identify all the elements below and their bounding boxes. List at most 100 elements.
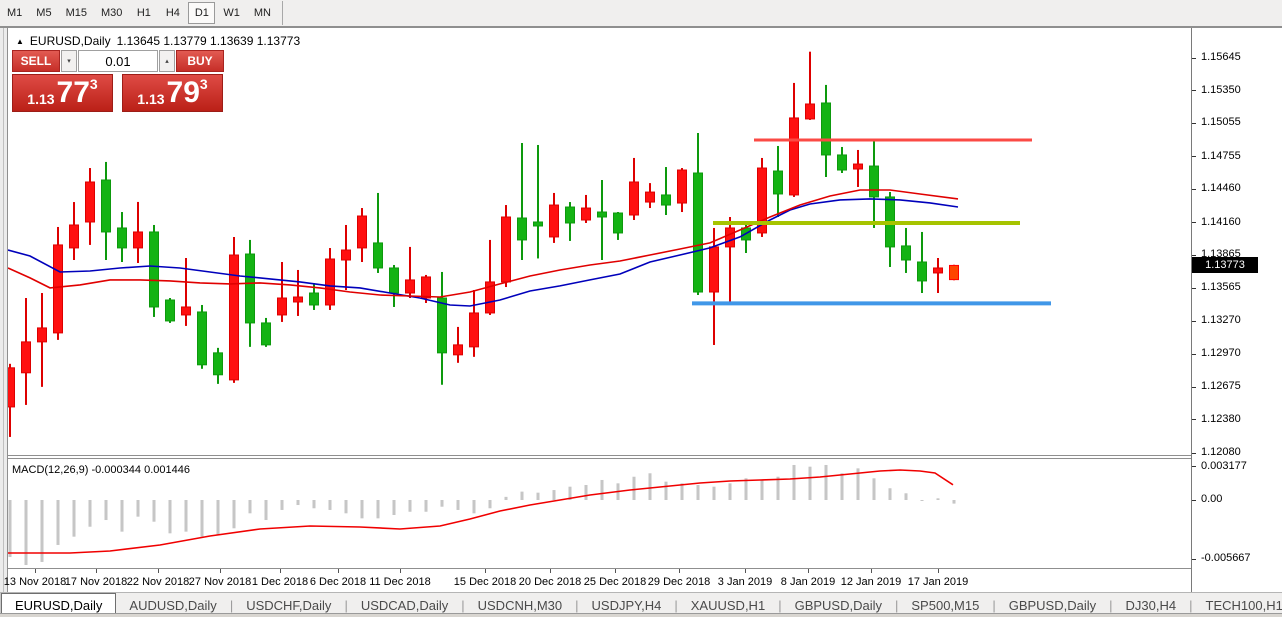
date-axis[interactable]: 13 Nov 201817 Nov 201822 Nov 201827 Nov … [8, 569, 1199, 592]
date-axis-label: 3 Jan 2019 [718, 576, 772, 588]
collapse-triangle-icon[interactable]: ▲ [16, 37, 24, 46]
price-axis-label: 1.15645 [1201, 51, 1241, 63]
timeframe-button-h4[interactable]: H4 [159, 2, 186, 24]
date-axis-label: 25 Dec 2018 [584, 576, 646, 588]
panel-splitter[interactable] [8, 455, 1191, 456]
candle [550, 193, 559, 243]
date-axis-tick [220, 569, 221, 573]
macd-histogram-bar [329, 500, 332, 510]
timeframe-button-m15[interactable]: M15 [60, 2, 93, 24]
candle [870, 140, 879, 228]
candle [598, 180, 607, 260]
candle [390, 265, 399, 307]
one-click-trading-panel: SELL ▾ 0.01 ▴ BUY 1.13 77 3 1.13 79 3 [12, 50, 224, 112]
date-axis-tick [938, 569, 939, 573]
timeframe-button-d1[interactable]: D1 [188, 2, 215, 24]
candle [518, 143, 527, 260]
candle [838, 147, 847, 173]
toolbar-separator [282, 1, 283, 25]
date-axis-tick [280, 569, 281, 573]
candle [950, 265, 959, 281]
macd-axis-label: 0.003177 [1201, 460, 1247, 472]
price-axis-tick [1192, 90, 1196, 91]
timeframe-button-mn[interactable]: MN [248, 2, 277, 24]
macd-histogram-bar [953, 500, 956, 504]
sell-price-sup: 3 [90, 76, 98, 92]
price-axis[interactable]: 1.156451.153501.150551.147551.144601.141… [1191, 28, 1282, 592]
candle [246, 240, 255, 347]
buy-button[interactable]: BUY [176, 50, 224, 72]
candle [502, 205, 511, 287]
volume-down-button[interactable]: ▾ [61, 50, 77, 72]
macd-histogram-bar [313, 500, 316, 508]
candle [614, 212, 623, 240]
price-axis-label: 1.12970 [1201, 347, 1241, 359]
macd-histogram-bar [89, 500, 92, 527]
macd-histogram-bar [553, 490, 556, 500]
candle [886, 192, 895, 267]
candle [566, 202, 575, 241]
price-axis-label: 1.12675 [1201, 380, 1241, 392]
macd-axis-tick [1192, 559, 1196, 560]
timeframe-button-m5[interactable]: M5 [30, 2, 57, 24]
date-axis-tick [615, 569, 616, 573]
sell-price-panel[interactable]: 1.13 77 3 [12, 74, 113, 112]
date-axis-label: 17 Nov 2018 [65, 576, 127, 588]
timeframe-button-h1[interactable]: H1 [130, 2, 157, 24]
candle [166, 298, 175, 323]
macd-histogram-bar [377, 500, 380, 518]
window-left-frame [0, 28, 8, 592]
candle [406, 247, 415, 298]
price-axis-tick [1192, 189, 1196, 190]
macd-histogram-bar [297, 500, 300, 505]
price-axis-label: 1.12080 [1201, 446, 1241, 458]
volume-input[interactable]: 0.01 [78, 50, 158, 72]
buy-price-small: 1.13 [137, 91, 164, 107]
date-axis-tick [808, 569, 809, 573]
macd-histogram-bar [921, 500, 924, 501]
candle [854, 150, 863, 187]
macd-histogram-bar [201, 500, 204, 537]
macd-histogram-bar [809, 467, 812, 500]
timeframe-button-m30[interactable]: M30 [95, 2, 128, 24]
date-axis-tick [745, 569, 746, 573]
macd-histogram-bar [281, 500, 284, 510]
price-axis-tick [1192, 222, 1196, 223]
macd-histogram-bar [73, 500, 76, 537]
date-axis-tick [35, 569, 36, 573]
candle [278, 262, 287, 322]
date-axis-label: 6 Dec 2018 [310, 576, 366, 588]
macd-histogram-bar [185, 500, 188, 532]
macd-histogram-bar [169, 500, 172, 533]
date-axis-label: 12 Jan 2019 [841, 576, 902, 588]
buy-price-sup: 3 [200, 76, 208, 92]
macd-histogram-bar [361, 500, 364, 518]
price-axis-tick [1192, 123, 1196, 124]
macd-histogram-bar [57, 500, 60, 545]
volume-up-button[interactable]: ▴ [159, 50, 175, 72]
price-axis-label: 1.15055 [1201, 116, 1241, 128]
buy-price-panel[interactable]: 1.13 79 3 [122, 74, 223, 112]
date-axis-label: 13 Nov 2018 [4, 576, 66, 588]
candle [374, 193, 383, 273]
candle [694, 133, 703, 295]
macd-histogram-bar [825, 465, 828, 500]
candle [902, 228, 911, 273]
macd-histogram-bar [697, 485, 700, 500]
candle [262, 318, 271, 347]
macd-histogram-bar [489, 500, 492, 508]
candle [294, 270, 303, 316]
sell-button[interactable]: SELL [12, 50, 60, 72]
macd-axis-label: 0.00 [1201, 493, 1222, 505]
date-axis-tick [158, 569, 159, 573]
timeframe-button-w1[interactable]: W1 [217, 2, 246, 24]
candle [774, 146, 783, 217]
candle [806, 52, 815, 120]
candle [822, 85, 831, 177]
date-axis-label: 11 Dec 2018 [369, 576, 431, 588]
chart-surface[interactable]: ▲ EURUSD,Daily 1.13645 1.13779 1.13639 1… [8, 28, 1191, 592]
candle [454, 327, 463, 363]
timeframe-button-m1[interactable]: M1 [1, 2, 28, 24]
macd-histogram-bar [889, 488, 892, 500]
candle [38, 293, 47, 387]
